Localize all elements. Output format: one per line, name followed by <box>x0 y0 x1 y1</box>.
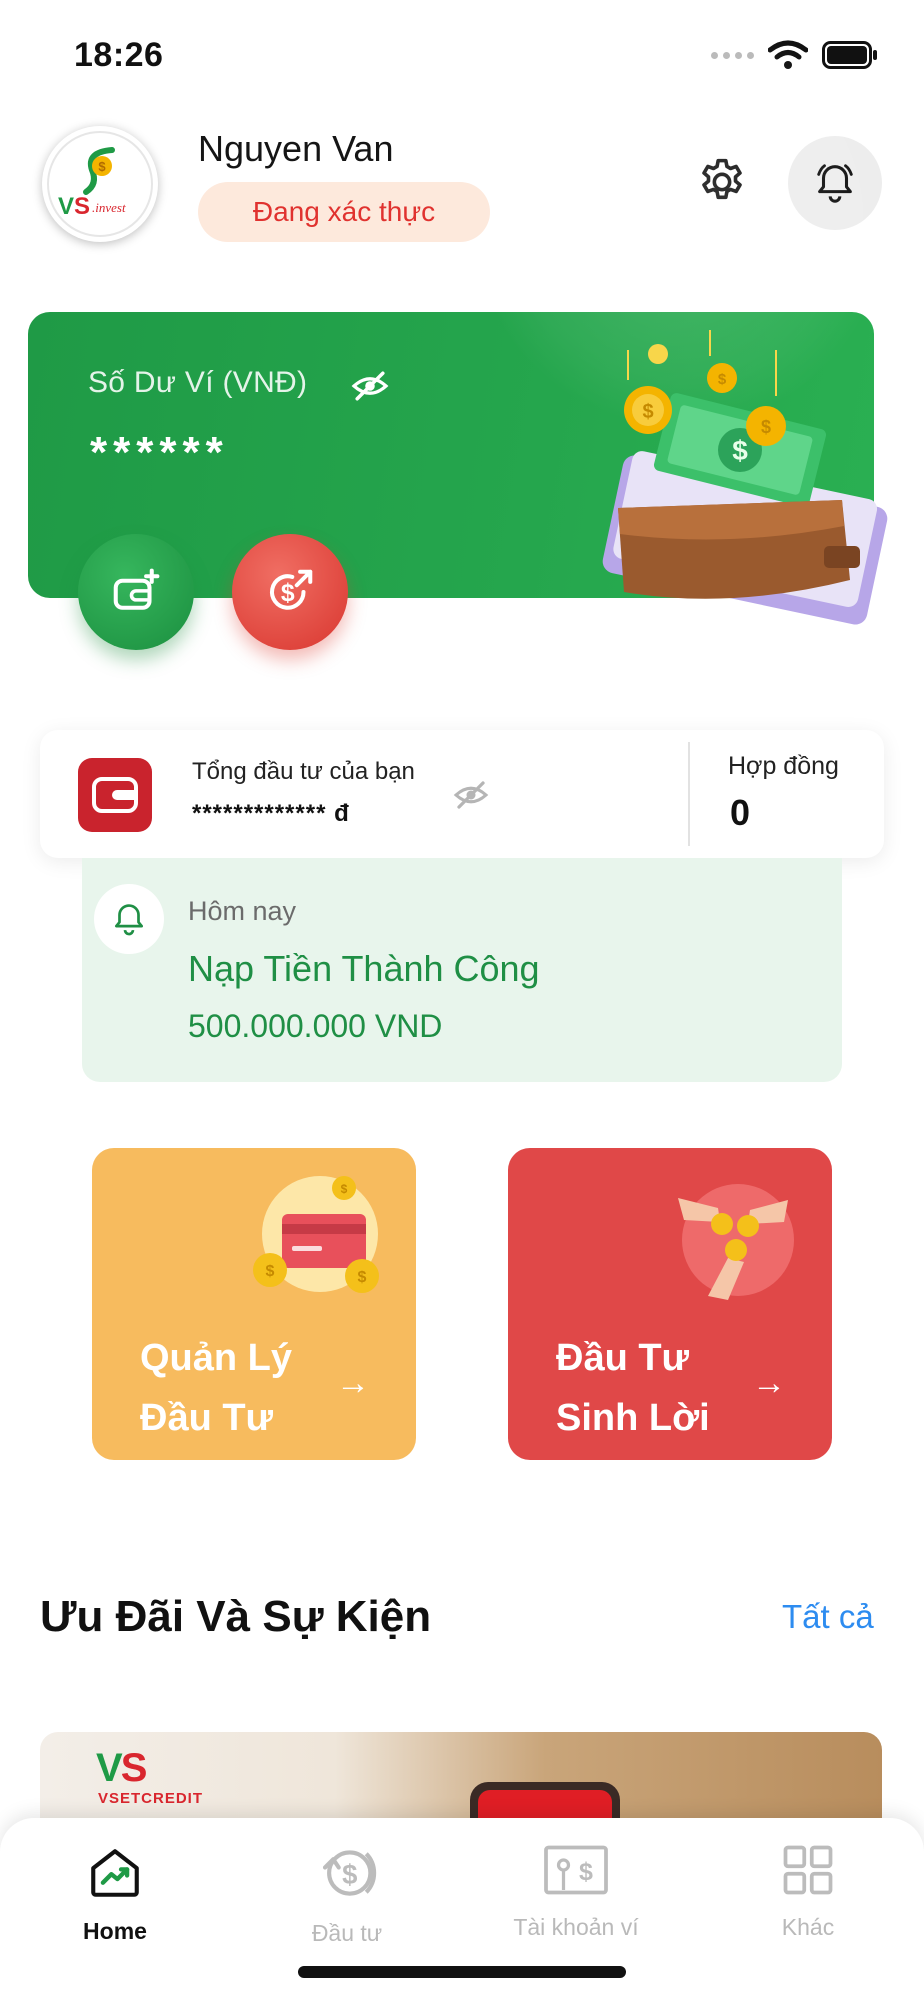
banner-brand: VSETCREDIT <box>98 1790 204 1807</box>
svg-text:.invest: .invest <box>92 200 126 215</box>
notice-title: Nạp Tiền Thành Công <box>188 948 540 989</box>
nav-more[interactable]: Khác <box>708 1840 908 1941</box>
user-name: Nguyen Van <box>198 128 394 169</box>
svg-text:$: $ <box>342 1859 357 1890</box>
svg-text:$: $ <box>579 1858 593 1886</box>
nav-invest-label: Đầu tư <box>311 1920 383 1946</box>
verification-status-badge[interactable]: Đang xác thực <box>198 182 490 242</box>
toggle-investment-visibility-button[interactable] <box>452 780 490 815</box>
wallet-balance-amount: ****** <box>90 428 229 477</box>
eye-off-icon <box>453 781 489 809</box>
tile-line: Đầu Tư <box>140 1397 274 1439</box>
tile-line: Đầu Tư <box>556 1337 690 1379</box>
notice-bell-icon <box>94 884 164 954</box>
contracts-label: Hợp đồng <box>728 752 839 780</box>
notice-amount: 500.000.000 VND <box>188 1008 443 1044</box>
dollar-out-icon: $ <box>269 569 313 610</box>
home-chart-icon <box>91 1849 139 1897</box>
see-all-link[interactable]: Tất cả <box>782 1598 874 1636</box>
toggle-balance-visibility-button[interactable] <box>350 370 390 407</box>
svg-text:$: $ <box>761 417 771 437</box>
promotions-section-title: Ưu Đãi Và Sự Kiện <box>40 1592 432 1641</box>
tile-line: Quản Lý <box>140 1337 293 1379</box>
svg-text:$: $ <box>358 1269 367 1286</box>
total-investment-amount: ************* đ <box>192 800 350 827</box>
arrow-right-icon: → <box>752 1364 786 1402</box>
hands-coins-icon <box>678 1184 794 1300</box>
svg-text:$: $ <box>341 1182 348 1196</box>
svg-text:V: V <box>58 193 74 220</box>
red-wallet-icon <box>78 758 152 832</box>
tile-line: Sinh Lời <box>556 1397 710 1439</box>
divider <box>688 742 690 846</box>
coin-cycle-icon: $ <box>322 1850 377 1896</box>
nav-wallet-label: Tài khoản ví <box>513 1914 639 1940</box>
arrow-right-icon: → <box>336 1364 370 1402</box>
avatar[interactable]: $ V S .invest <box>42 126 158 242</box>
notice-date: Hôm nay <box>188 896 297 926</box>
wallet-add-icon <box>113 568 160 610</box>
status-time: 18:26 <box>74 36 164 74</box>
card-coins-icon: $ $ $ <box>253 1176 379 1293</box>
svg-text:$: $ <box>281 580 295 607</box>
total-investment-label: Tổng đầu tư của bạn <box>192 758 415 785</box>
nav-more-label: Khác <box>781 1914 835 1940</box>
nav-home-label: Home <box>83 1918 147 1944</box>
eye-off-icon <box>351 371 389 401</box>
battery-icon <box>822 41 877 69</box>
nav-home[interactable]: Home <box>15 1844 215 1945</box>
grid-icon <box>783 1845 833 1895</box>
profitable-investment-label: Đầu Tư Sinh Lời <box>556 1328 710 1448</box>
banner-logo: VS <box>96 1746 147 1790</box>
deposit-button[interactable] <box>78 534 194 650</box>
withdraw-button[interactable]: $ <box>232 534 348 650</box>
wallet-balance-label: Số Dư Ví (VNĐ) <box>88 366 308 399</box>
svg-text:S: S <box>74 193 90 220</box>
wallet-bill-icon: $ <box>544 1845 608 1895</box>
svg-text:$: $ <box>98 159 106 174</box>
manage-investment-label: Quản Lý Đầu Tư <box>140 1328 292 1448</box>
wallet-money-illustration: $ $ $ $ <box>602 330 888 625</box>
svg-text:$: $ <box>266 1263 275 1280</box>
home-indicator[interactable] <box>298 1966 626 1978</box>
vs-invest-logo: $ V S .invest <box>47 131 153 237</box>
svg-text:$: $ <box>732 435 748 466</box>
svg-text:$: $ <box>642 401 653 423</box>
svg-text:$: $ <box>718 371 727 388</box>
contracts-count: 0 <box>730 792 751 833</box>
nav-invest[interactable]: $ Đầu tư <box>247 1840 447 1947</box>
nav-wallet-account[interactable]: $ Tài khoản ví <box>476 1840 676 1941</box>
